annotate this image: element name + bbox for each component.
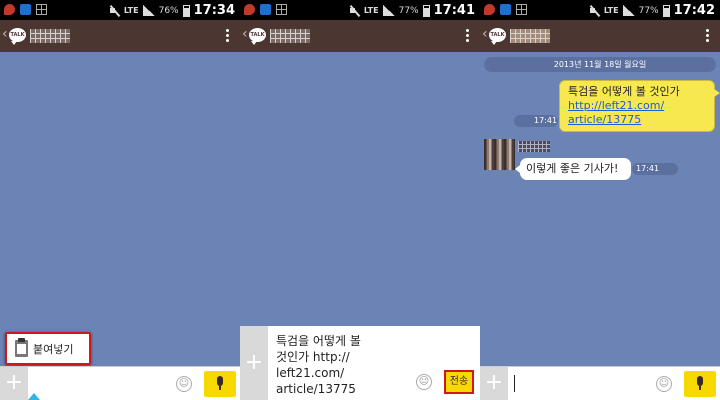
- battery-icon: [422, 4, 430, 17]
- chat-header: ‹ TALK: [0, 20, 240, 52]
- overflow-menu-icon[interactable]: [226, 29, 230, 42]
- signal-icon: [622, 5, 635, 16]
- chat-screen-3: LTE 77% 17:42 ‹ TALK 2013년 11월 18일 월요일 특…: [480, 0, 720, 400]
- message-text: 특검을 어떻게 볼 것인가: [568, 85, 680, 98]
- back-chevron-icon[interactable]: ‹: [482, 26, 488, 42]
- network-label: LTE: [603, 5, 619, 15]
- notification-download-icon: [260, 4, 271, 15]
- notification-grid-icon: [516, 4, 527, 15]
- status-clock: 17:41: [433, 3, 475, 18]
- voice-button[interactable]: [684, 371, 716, 397]
- status-bar: LTE 77% 17:41: [240, 0, 480, 20]
- chat-header: ‹ TALK: [240, 20, 480, 52]
- signal-icon: [382, 5, 395, 16]
- chat-room-name-redacted: [510, 29, 550, 43]
- notification-download-icon: [20, 4, 31, 15]
- text-cursor: [514, 375, 515, 392]
- overflow-menu-icon[interactable]: [706, 29, 710, 42]
- battery-icon: [662, 4, 670, 17]
- chat-screen-1: LTE 76% 17:34 ‹ TALK 붙여넣기 + ☺: [0, 0, 240, 400]
- talk-logo-icon[interactable]: TALK: [9, 28, 26, 45]
- emoticon-icon[interactable]: ☺: [176, 376, 192, 392]
- message-link[interactable]: article/13775: [568, 113, 706, 127]
- signal-icon: [142, 5, 155, 16]
- status-clock: 17:42: [673, 3, 715, 18]
- battery-percent: 76%: [158, 5, 179, 16]
- voice-button[interactable]: [204, 371, 236, 397]
- status-clock: 17:34: [193, 3, 235, 18]
- attach-plus-button[interactable]: +: [0, 367, 28, 400]
- notification-grid-icon: [276, 4, 287, 15]
- paste-popup[interactable]: 붙여넣기: [5, 332, 91, 365]
- message-input[interactable]: [510, 367, 650, 400]
- message-compose-area: + 특검을 어떻게 볼 것인가 http:// left21.com/ arti…: [240, 326, 480, 400]
- mute-icon: [349, 5, 360, 16]
- talk-logo-icon[interactable]: TALK: [489, 28, 506, 45]
- chat-header: ‹ TALK: [480, 20, 720, 52]
- notification-app-icon: [244, 4, 255, 15]
- chat-room-name-redacted: [30, 29, 70, 43]
- status-bar: LTE 77% 17:42: [480, 0, 720, 20]
- clipboard-icon: [15, 338, 28, 357]
- microphone-icon: [697, 376, 703, 390]
- message-input[interactable]: 특검을 어떻게 볼 것인가 http:// left21.com/ articl…: [276, 333, 396, 397]
- avatar[interactable]: [484, 139, 515, 170]
- overflow-menu-icon[interactable]: [466, 29, 470, 42]
- sender-name-redacted: [518, 141, 550, 152]
- message-input[interactable]: [30, 367, 170, 400]
- attach-plus-button[interactable]: +: [480, 367, 508, 400]
- back-chevron-icon[interactable]: ‹: [2, 26, 8, 42]
- date-divider: 2013년 11월 18일 월요일: [484, 57, 716, 72]
- status-bar: LTE 76% 17:34: [0, 0, 240, 20]
- message-input-bar: + ☺: [480, 366, 720, 400]
- text-cursor-handle[interactable]: [28, 393, 40, 400]
- talk-logo-icon[interactable]: TALK: [249, 28, 266, 45]
- sent-message-bubble[interactable]: 특검을 어떻게 볼 것인가 http://left21.com/ article…: [559, 80, 720, 132]
- mute-icon: [589, 5, 600, 16]
- message-timestamp: 17:41: [632, 163, 678, 175]
- notification-app-icon: [484, 4, 495, 15]
- paste-label: 붙여넣기: [33, 342, 74, 356]
- chat-room-name-redacted: [270, 29, 310, 43]
- back-chevron-icon[interactable]: ‹: [242, 26, 248, 42]
- battery-percent: 77%: [398, 5, 419, 16]
- network-label: LTE: [363, 5, 379, 15]
- received-message-bubble[interactable]: 이렇게 좋은 기사가!: [515, 158, 631, 180]
- mute-icon: [109, 5, 120, 16]
- network-label: LTE: [123, 5, 139, 15]
- emoticon-icon[interactable]: ☺: [416, 374, 432, 390]
- battery-percent: 77%: [638, 5, 659, 16]
- chat-screen-2: LTE 77% 17:41 ‹ TALK + 특검을 어떻게 볼 것인가 htt…: [240, 0, 480, 400]
- send-button[interactable]: 전송: [444, 370, 474, 394]
- message-link[interactable]: http://left21.com/: [568, 99, 706, 113]
- notification-download-icon: [500, 4, 511, 15]
- microphone-icon: [217, 376, 223, 390]
- notification-grid-icon: [36, 4, 47, 15]
- emoticon-icon[interactable]: ☺: [656, 376, 672, 392]
- notification-app-icon: [4, 4, 15, 15]
- message-timestamp: 17:41: [514, 115, 558, 127]
- battery-icon: [182, 4, 190, 17]
- attach-plus-button[interactable]: +: [240, 326, 268, 400]
